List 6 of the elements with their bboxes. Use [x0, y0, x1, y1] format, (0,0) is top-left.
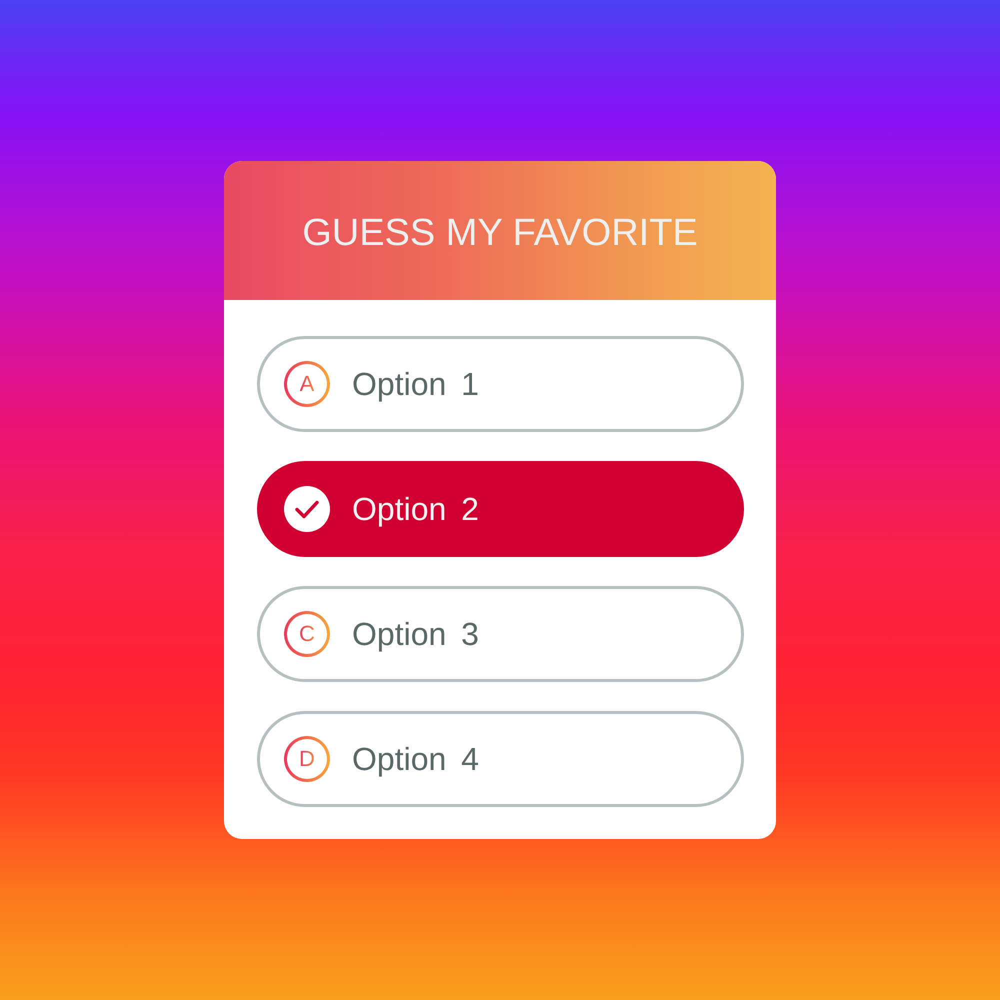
answer-option[interactable]: A Option 1	[257, 336, 744, 432]
quiz-title: GUESS MY FAVORITE	[302, 210, 698, 256]
check-icon	[284, 486, 330, 532]
answer-option[interactable]: Option 2	[257, 461, 744, 557]
answer-option[interactable]: D Option 4	[257, 711, 744, 807]
answer-option[interactable]: C Option 3	[257, 586, 744, 682]
